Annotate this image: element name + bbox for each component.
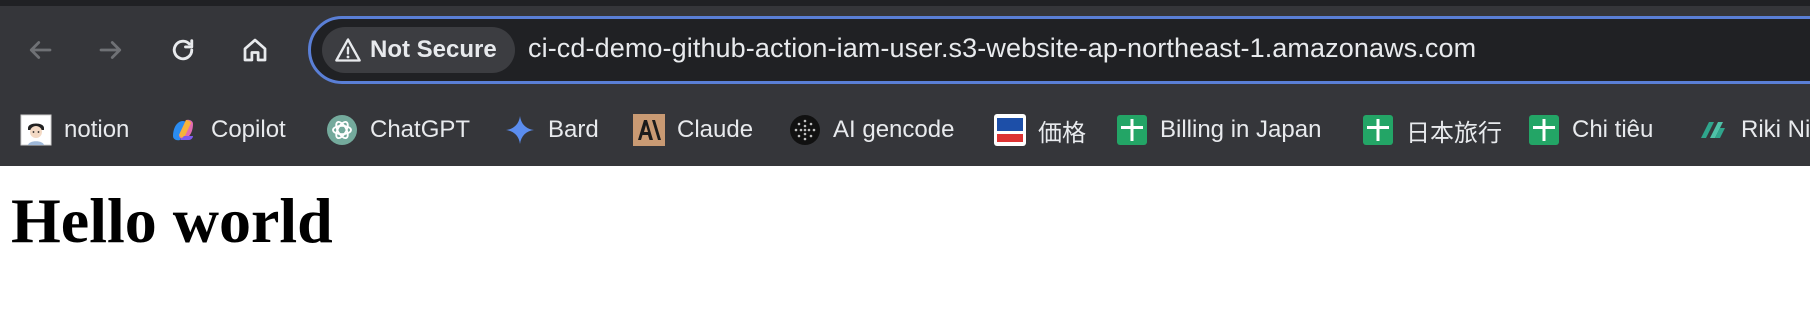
bookmark-chatgpt[interactable]: ChatGPT	[326, 110, 470, 150]
google-sheets-icon	[1362, 114, 1394, 146]
bookmark-claude[interactable]: Claude	[633, 110, 753, 150]
bookmark-ai-gencode[interactable]: AI gencode	[789, 110, 954, 150]
bookmark-chi-tieu[interactable]: Chi tiêu	[1528, 110, 1653, 150]
bookmark-bard[interactable]: Bard	[504, 110, 599, 150]
warning-triangle-icon	[335, 38, 361, 62]
reload-button[interactable]	[161, 28, 205, 72]
claude-icon	[633, 114, 665, 146]
bookmark-billing-in-japan[interactable]: Billing in Japan	[1116, 110, 1321, 150]
web-page-content: Hello world	[0, 166, 1810, 322]
bookmark-label: Claude	[677, 116, 754, 143]
bookmark-label: Copilot	[211, 116, 286, 143]
home-icon	[243, 38, 267, 62]
google-sheets-icon	[1116, 114, 1148, 146]
bookmark-label: Billing in Japan	[1160, 116, 1322, 143]
page-heading: Hello world	[11, 185, 333, 256]
bookmark-label: 日本旅行	[1406, 119, 1502, 147]
bookmark-japan-travel[interactable]: 日本旅行	[1362, 110, 1502, 150]
google-sheets-icon	[1528, 114, 1560, 146]
ai-gencode-icon	[789, 114, 821, 146]
reload-icon	[172, 39, 194, 61]
home-button[interactable]	[233, 28, 277, 72]
bookmarks-bar: notion Copilot ChatGPT Bard Claude AI ge…	[0, 110, 1810, 150]
notion-avatar-icon	[20, 114, 52, 146]
bookmark-notion[interactable]: notion	[20, 110, 129, 150]
bookmark-label: notion	[64, 116, 130, 143]
bard-icon	[504, 114, 536, 146]
bookmark-kakaku[interactable]: 価格	[994, 110, 1086, 150]
browser-chrome: Not Secure ci-cd-demo-github-action-iam-…	[0, 0, 1810, 166]
copilot-icon	[167, 114, 199, 146]
bookmark-copilot[interactable]: Copilot	[167, 110, 286, 150]
address-bar[interactable]: Not Secure ci-cd-demo-github-action-iam-…	[308, 16, 1810, 84]
bookmark-label: Bard	[548, 116, 599, 143]
bookmark-riki[interactable]: Riki Ni	[1697, 110, 1810, 150]
url-text[interactable]: ci-cd-demo-github-action-iam-user.s3-web…	[528, 33, 1476, 64]
forward-button[interactable]	[89, 28, 133, 72]
kakaku-icon	[994, 114, 1026, 146]
security-label: Not Secure	[370, 36, 497, 63]
tab-strip-edge	[0, 0, 1810, 6]
back-button[interactable]	[18, 28, 62, 72]
riki-icon	[1697, 114, 1729, 146]
bookmark-label: ChatGPT	[370, 116, 471, 143]
arrow-left-icon	[29, 41, 52, 59]
chatgpt-icon	[326, 114, 358, 146]
bookmark-label: Chi tiêu	[1572, 116, 1654, 143]
bookmark-label: Riki Ni	[1741, 116, 1810, 143]
bookmark-label: AI gencode	[833, 116, 955, 143]
arrow-right-icon	[99, 41, 122, 59]
security-indicator-button[interactable]: Not Secure	[322, 27, 515, 73]
bookmark-label: 価格	[1038, 119, 1086, 147]
